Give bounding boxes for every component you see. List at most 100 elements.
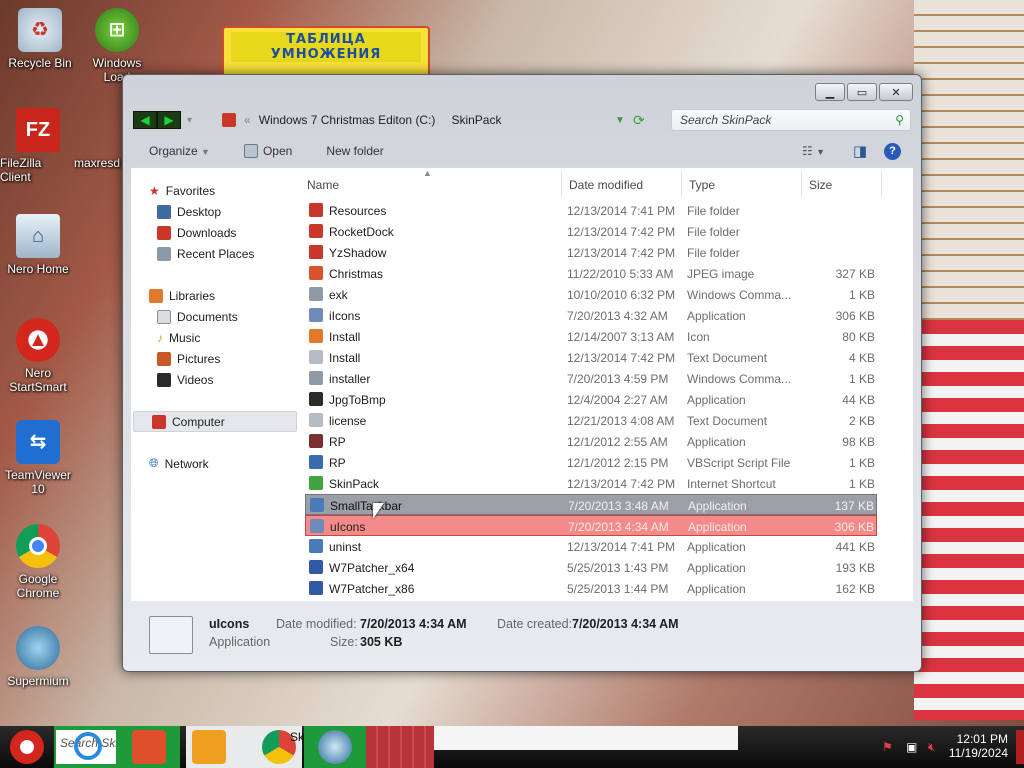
taskbar-window-strip[interactable]	[434, 726, 738, 750]
file-row[interactable]: SmallTaskbar 7/20/2013 3:48 AM Application…	[305, 494, 877, 515]
help-icon[interactable]: ?	[884, 142, 901, 160]
file-type: Windows Comma...	[687, 372, 792, 386]
column-header-date[interactable]: Date modified	[569, 178, 643, 192]
desktop-icon-teamviewer[interactable]: ⇆ TeamViewer 10	[0, 420, 76, 496]
desktop-icon-filezilla[interactable]: FZ FileZilla Client maxresd	[0, 108, 120, 184]
file-name: license	[329, 414, 367, 428]
close-icon: ✕	[891, 86, 901, 99]
file-icon	[309, 371, 323, 385]
back-button[interactable]: ◀	[133, 111, 157, 129]
desktop-icon-recycle-bin[interactable]: ♻ Recycle Bin	[2, 8, 78, 70]
taskbar-file-explorer[interactable]	[118, 726, 180, 768]
volume-mute-icon[interactable]: 🔇︎	[928, 740, 936, 755]
preview-pane-icon[interactable]: ◨	[853, 142, 867, 160]
minimize-icon: ▁	[825, 86, 835, 99]
desktop-icon-nero-home[interactable]: ⌂ Nero Home	[0, 214, 76, 276]
breadcrumb-folder[interactable]: SkinPack	[451, 113, 501, 127]
file-row[interactable]: installer 7/20/2013 4:59 PM Windows Comma.…	[305, 368, 877, 389]
flag-icon[interactable]: ⚑	[882, 740, 893, 754]
open-button[interactable]: Open	[243, 144, 292, 158]
file-size: 1 KB	[848, 372, 875, 386]
view-options-button[interactable]: ☷ ▼	[802, 144, 825, 158]
desktop-icon-label: Nero Home	[7, 262, 69, 276]
details-date-modified: 7/20/2013 4:34 AM	[360, 617, 467, 631]
minimize-button[interactable]: ▁	[815, 83, 845, 101]
desktop-icon-google-chrome[interactable]: Google Chrome	[0, 524, 76, 600]
file-row[interactable]: YzShadow 12/13/2014 7:42 PM File folder	[305, 242, 877, 263]
file-name: SmallTaskbar	[330, 499, 403, 513]
nav-recent-places[interactable]: Recent Places	[131, 243, 299, 264]
file-row[interactable]: Install 12/14/2007 3:13 AM Icon 80 KB	[305, 326, 877, 347]
nav-network[interactable]: 🌐︎ Network	[131, 453, 299, 474]
taskbar-supermium[interactable]	[304, 726, 366, 768]
search-input[interactable]: Search SkinPack ⚲	[671, 109, 911, 131]
file-row[interactable]: W7Patcher_x64 5/25/2013 1:43 PM Applicatio…	[305, 557, 877, 578]
file-size: 137 KB	[834, 499, 874, 513]
file-row[interactable]: exk 10/10/2010 6:32 PM Windows Comma... 1 K…	[305, 284, 877, 305]
nav-downloads[interactable]: Downloads	[131, 222, 299, 243]
file-row[interactable]: Resources 12/13/2014 7:41 PM File folder	[305, 200, 877, 221]
address-dropdown-icon[interactable]: ▼	[615, 115, 625, 126]
nav-desktop[interactable]: Desktop	[131, 201, 299, 222]
forward-arrow-icon: ▶	[164, 113, 174, 127]
breadcrumb-drive[interactable]: Windows 7 Christmas Editon (C:)	[259, 113, 436, 127]
nav-music[interactable]: ♪ Music	[131, 327, 299, 348]
file-size: 306 KB	[834, 520, 874, 534]
address-bar[interactable]: « Windows 7 Christmas Editon (C:) SkinPa…	[222, 108, 622, 132]
show-desktop-button[interactable]	[1016, 730, 1024, 764]
taskbar-active-window[interactable]	[366, 726, 434, 768]
desktop-icon-supermium[interactable]: Supermium	[0, 626, 76, 688]
file-row[interactable]: JpgToBmp 12/4/2004 2:27 AM Application 44 K…	[305, 389, 877, 410]
desktop-icon-label: Google Chrome	[16, 572, 60, 600]
file-row[interactable]: Christmas 11/22/2010 5:33 AM JPEG image 327…	[305, 263, 877, 284]
desktop-icon-windows-loader[interactable]: ⊞ Windows Load	[80, 8, 154, 84]
column-header-type[interactable]: Type	[689, 178, 715, 192]
file-type: File folder	[687, 225, 740, 239]
organize-button[interactable]: Organize ▼	[149, 144, 210, 158]
internet-explorer-icon[interactable]	[74, 732, 102, 760]
desktop-icon-nero-startsmart[interactable]: ▲ Nero StartSmart	[0, 318, 76, 394]
file-row[interactable]: RP 12/1/2012 2:55 AM Application 98 KB	[305, 431, 877, 452]
column-header-name[interactable]: Name	[307, 178, 339, 192]
file-row[interactable]: SkinPack 12/13/2014 7:42 PM Internet Short…	[305, 473, 877, 494]
forward-button[interactable]: ▶	[157, 111, 181, 129]
recent-pages-chevron-icon[interactable]: ▾	[187, 115, 192, 126]
clock[interactable]: 12:01 PM 11/19/2024	[949, 732, 1008, 760]
file-size: 2 KB	[848, 414, 875, 428]
file-row[interactable]: uninst 12/13/2014 7:41 PM Application 441 K…	[305, 536, 877, 557]
music-icon: ♪	[157, 330, 163, 345]
search-icon[interactable]: ⚲	[895, 113, 904, 127]
refresh-icon[interactable]: ⟳	[633, 112, 645, 129]
nav-documents[interactable]: Documents	[131, 306, 299, 327]
network-tray-icon[interactable]: ▣	[906, 740, 917, 754]
file-size: 44 KB	[842, 393, 875, 407]
nav-computer[interactable]: Computer	[133, 411, 297, 432]
open-icon	[243, 144, 258, 158]
file-type: Application	[687, 309, 746, 323]
file-row[interactable]: uIcons 7/20/2013 4:34 AM Application 306 KB	[305, 515, 877, 536]
nav-favorites[interactable]: ★ Favorites	[131, 180, 299, 201]
taskbar: Search Skin Ski ⚑ ▣ 🔇︎ 12:01 PM 11/19/20…	[0, 726, 1024, 768]
start-button[interactable]	[0, 726, 54, 768]
new-folder-button[interactable]: New folder	[326, 144, 383, 158]
file-icon	[310, 498, 324, 512]
file-type: Application	[688, 520, 747, 534]
nav-libraries[interactable]: Libraries	[131, 285, 299, 306]
nav-pictures[interactable]: Pictures	[131, 348, 299, 369]
column-header-size[interactable]: Size	[809, 178, 832, 192]
file-row[interactable]: license 12/21/2013 4:08 AM Text Document 2 …	[305, 410, 877, 431]
file-row[interactable]: RP 12/1/2012 2:15 PM VBScript Script File 1…	[305, 452, 877, 473]
nav-videos[interactable]: Videos	[131, 369, 299, 390]
file-row[interactable]: RocketDock 12/13/2014 7:42 PM File folder	[305, 221, 877, 242]
file-name: YzShadow	[329, 246, 387, 260]
file-row[interactable]: iIcons 7/20/2013 4:32 AM Application 306 KB	[305, 305, 877, 326]
file-date-modified: 7/20/2013 3:48 AM	[568, 499, 669, 513]
taskbar-search[interactable]: Search Skin	[54, 726, 118, 768]
maximize-button[interactable]: ▭	[847, 83, 877, 101]
file-row[interactable]: Install 12/13/2014 7:42 PM Text Document 4 …	[305, 347, 877, 368]
nav-label: Documents	[177, 309, 238, 324]
close-button[interactable]: ✕	[879, 83, 913, 101]
striped-shirt	[914, 320, 1024, 720]
details-size: 305 KB	[360, 635, 403, 649]
file-row[interactable]: W7Patcher_x86 5/25/2013 1:44 PM Applicatio…	[305, 578, 877, 599]
